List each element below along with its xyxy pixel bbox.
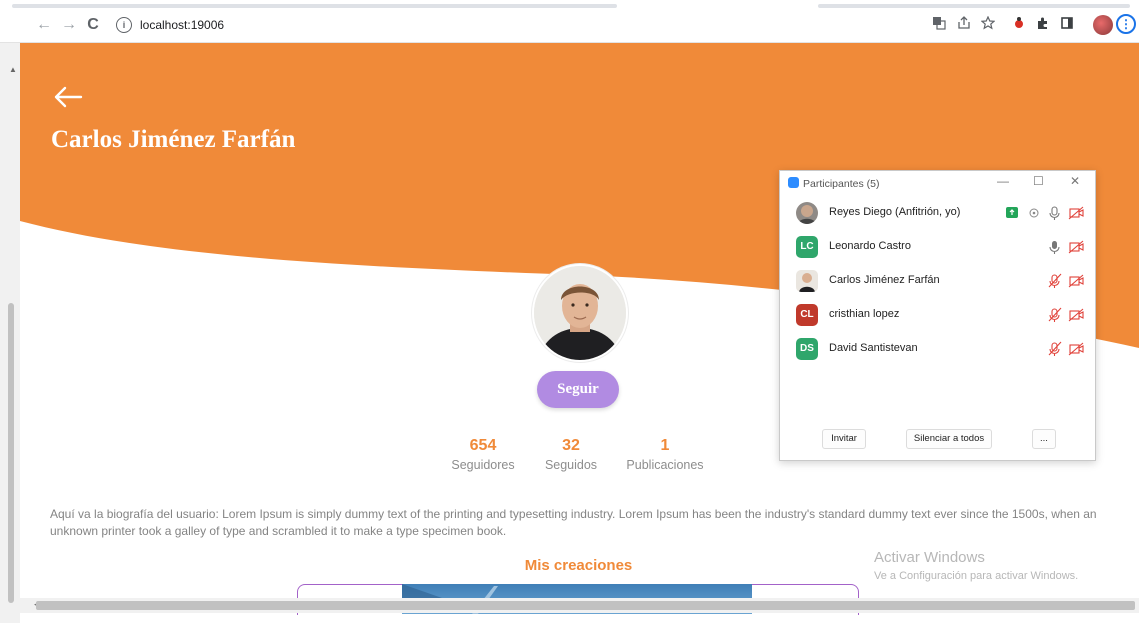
close-icon[interactable]: ✕ [1070,174,1080,188]
stat-value: 32 [562,437,580,454]
browser-menu-icon[interactable]: ⋮ [1116,14,1136,34]
mute-all-button[interactable]: Silenciar a todos [906,429,992,449]
translate-icon[interactable] [930,16,948,34]
site-info-icon[interactable]: i [116,17,132,33]
participant-row[interactable]: Carlos Jiménez Farfán [796,269,1086,293]
mic-on-icon [1052,241,1057,249]
participant-name: cristhian lopez [829,308,900,320]
invite-button[interactable]: Invitar [822,429,866,449]
tab-edge [12,4,617,8]
profile-photo [532,264,628,362]
video-off-icon [1069,310,1080,320]
participant-name: David Santistevan [829,342,918,354]
participant-row[interactable]: CL cristhian lopez [796,303,1086,327]
stat-label: Seguidos [544,458,598,472]
participant-controls[interactable] [1046,307,1086,323]
section-title: Mis creaciones [524,557,633,574]
participant-name: Carlos Jiménez Farfán [829,274,940,286]
participant-avatar: CL [796,304,818,326]
scrollbar-thumb[interactable] [36,601,1135,610]
participant-controls[interactable] [1004,205,1086,221]
share-icon[interactable] [955,16,973,34]
profile-avatar[interactable] [1093,15,1113,35]
stat-seguidos[interactable]: 32 Seguidos [538,436,604,474]
panel-title-bar: Participantes (5) [788,177,879,190]
video-off-icon [1069,276,1080,286]
maximize-icon[interactable]: ☐ [1033,174,1044,188]
watermark-title: Activar Windows [874,549,985,566]
browser-toolbar: ← → C i localhost:19006 ⋮ [0,10,1139,43]
horizontal-scrollbar[interactable]: ◀ [20,598,1139,613]
panel-title: Participantes (5) [803,178,880,190]
back-nav-icon[interactable]: ← [33,14,55,36]
participant-avatar: LC [796,236,818,258]
participant-row[interactable]: DS David Santistevan [796,337,1086,361]
tab-strip [0,0,1139,10]
participants-panel: Participantes (5) — ☐ ✕ Reyes Diego (Anf… [779,170,1096,461]
video-off-icon [1069,344,1080,354]
participant-avatar: DS [796,338,818,360]
address-url[interactable]: localhost:19006 [140,18,224,32]
windows-activation-watermark: Activar Windows Ve a Configuración para … [874,549,1078,585]
extensions-puzzle-icon[interactable] [1034,16,1052,34]
back-arrow-icon[interactable] [51,80,85,114]
stat-publicaciones[interactable]: 1 Publicaciones [622,436,708,474]
participant-row[interactable]: LC Leonardo Castro [796,235,1086,259]
extension-ladybug-icon[interactable] [1010,16,1028,34]
stat-label: Publicaciones [626,458,704,472]
participant-name: Leonardo Castro [829,240,911,252]
zoom-logo-icon [788,177,799,188]
watermark-subtitle: Ve a Configuración para activar Windows. [874,570,1079,582]
participant-name: Reyes Diego (Anfitrión, yo) [829,206,961,218]
forward-nav-icon[interactable]: → [58,14,80,36]
profile-name: Carlos Jiménez Farfán [51,126,296,153]
participant-controls[interactable] [1046,273,1086,289]
side-panel-icon[interactable] [1058,16,1076,34]
user-bio: Aquí va la biografía del usuario: Lorem … [50,507,1097,538]
vertical-scrollbar[interactable]: ▲ [0,43,20,623]
participant-avatar [796,202,818,224]
stat-value: 1 [660,437,670,454]
more-options-button[interactable]: ... [1032,429,1056,449]
address-bar[interactable]: i localhost:19006 [110,15,910,37]
stat-label: Seguidores [451,458,515,472]
participant-avatar [796,270,818,292]
participant-controls[interactable] [1046,239,1086,255]
reload-icon[interactable]: C [82,14,104,36]
video-off-icon [1069,242,1080,252]
follow-button[interactable]: Seguir [537,371,619,408]
scroll-up-icon[interactable]: ▲ [9,65,17,74]
video-off-icon [1069,208,1080,218]
tab-edge [818,4,1130,8]
stat-value: 654 [469,437,497,454]
participant-controls[interactable] [1046,341,1086,357]
stat-seguidores[interactable]: 654 Seguidores [447,436,519,474]
minimize-icon[interactable]: — [997,174,1009,188]
participant-row[interactable]: Reyes Diego (Anfitrión, yo) [796,201,1086,225]
mic-on-icon [1051,206,1058,216]
bookmark-star-icon[interactable] [979,15,997,34]
